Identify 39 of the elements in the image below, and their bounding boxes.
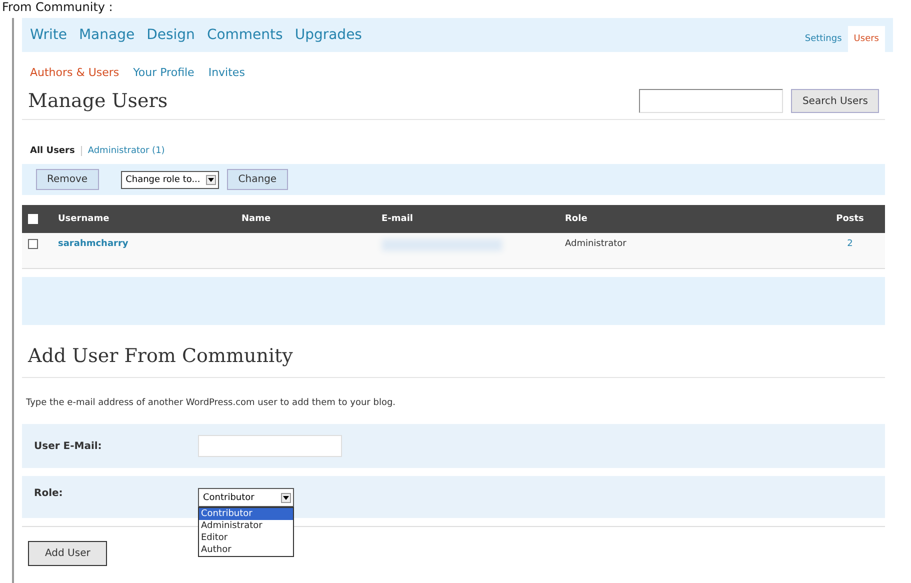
row-checkbox[interactable] [28,239,38,249]
subnav-link[interactable]: Invites [208,66,245,79]
filter-link[interactable]: Administrator (1) [88,146,165,156]
nav-link[interactable]: Upgrades [294,27,362,43]
subnav-link[interactable]: Authors & Users [30,66,120,79]
nav-link[interactable]: Manage [78,27,135,43]
email-field[interactable] [198,435,342,457]
field-label: User E-Mail: [34,440,103,452]
dropdown-arrow-icon [208,178,214,182]
filter-link[interactable]: All Users [30,146,75,156]
instructions-text: Type the e-mail address of another WordPress.com user to add them to your blog. [25,397,397,410]
subnav-link[interactable]: Your Profile [133,66,194,79]
search-field[interactable] [639,89,784,113]
select-all-checkbox[interactable] [28,214,38,224]
column-header: Name [242,214,272,224]
nav-tab[interactable]: Settings [798,26,848,52]
role-dropdown[interactable]: Contributor [198,488,294,507]
search-button[interactable]: Search Users [791,89,879,113]
posts-link[interactable]: 2 [815,239,885,268]
nav-link[interactable]: Write [30,27,67,43]
dropdown-arrow-icon [283,496,289,500]
column-header: Role [565,214,588,224]
change-button[interactable]: Change [227,169,288,190]
table-cell-text: Administrator [565,239,628,251]
nav-link[interactable]: Comments [206,27,283,43]
column-header: Username [58,214,110,224]
caption-text: From Community : [1,0,113,14]
username-link[interactable]: sarahmcharry [58,239,242,268]
column-header: Posts [835,214,865,224]
page-heading: Manage Users [28,90,168,112]
remove-button[interactable]: Remove [36,169,99,190]
nav-link[interactable]: Design [146,27,195,43]
dropdown-option[interactable]: Contributor [199,508,293,520]
section-heading: Add User From Community [28,345,294,367]
role-select[interactable]: Change role to... [120,170,220,188]
column-header: E-mail [382,214,414,224]
add-user-button[interactable]: Add User [28,541,108,566]
nav-tab[interactable]: Users [848,26,885,52]
field-label: Role: [34,488,64,499]
